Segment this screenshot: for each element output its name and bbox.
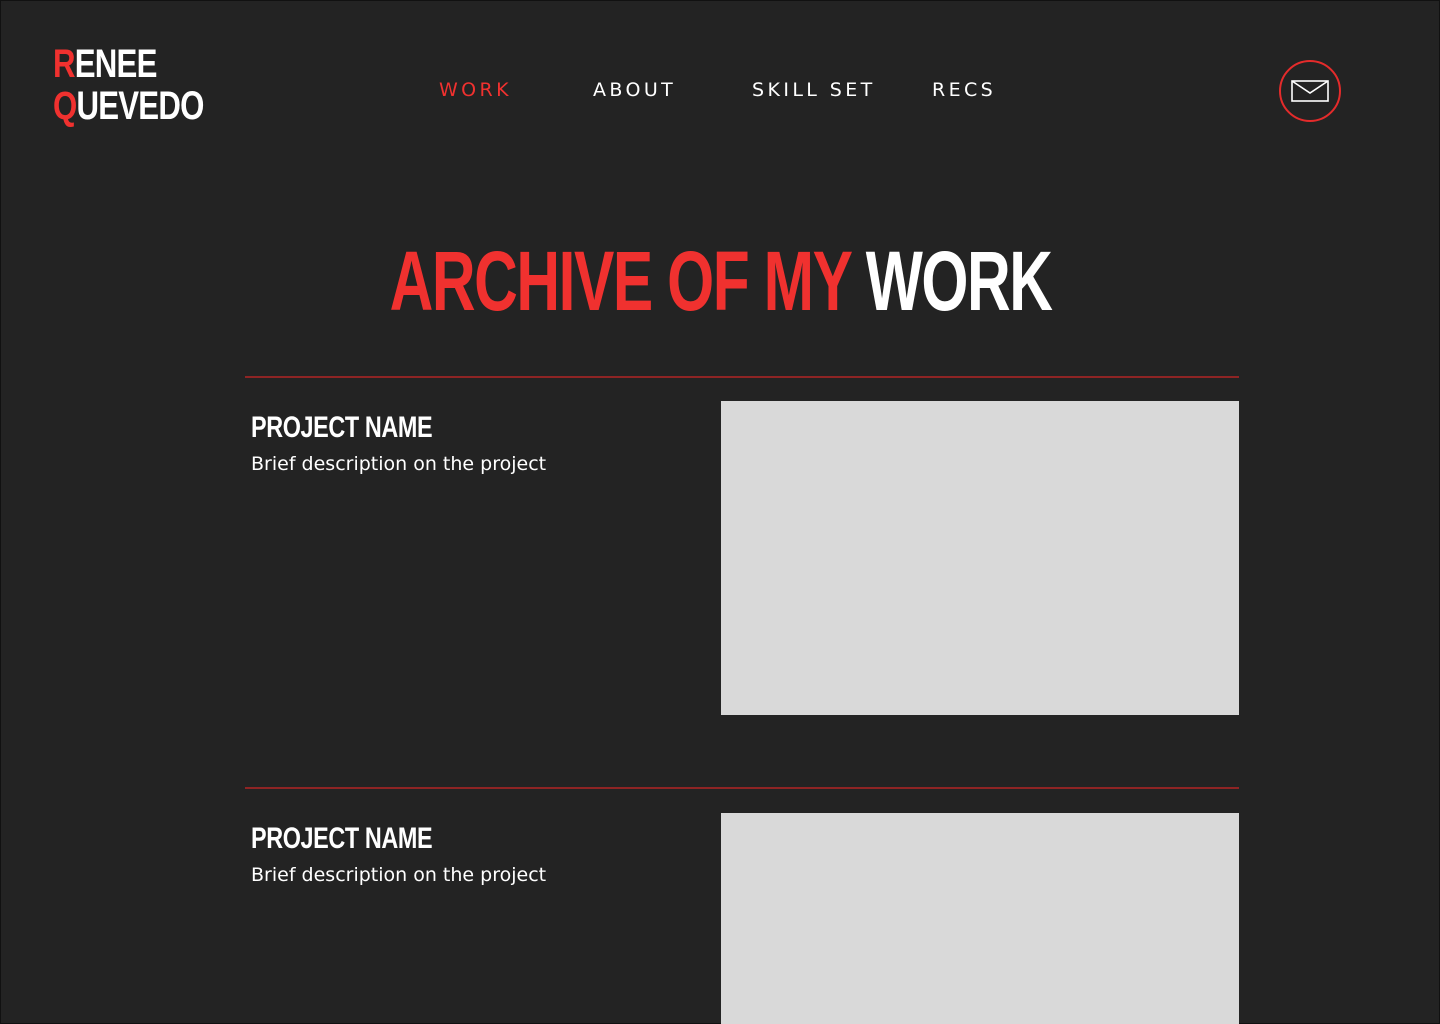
nav-item-about[interactable]: ABOUT [593, 79, 676, 101]
main-nav: WORK ABOUT SKILL SET RECS [1, 79, 1439, 105]
project-name[interactable]: PROJECT NAME [251, 822, 433, 856]
project-image[interactable] [721, 401, 1239, 715]
project-description: Brief description on the project [251, 453, 547, 475]
nav-item-work[interactable]: WORK [439, 79, 512, 101]
page-title-white: WORK [866, 234, 1053, 328]
page-title: ARCHIVE OF MY WORK [1, 233, 1440, 329]
mail-icon [1291, 80, 1329, 102]
project-name[interactable]: PROJECT NAME [251, 411, 433, 445]
contact-mail-button[interactable] [1279, 60, 1341, 122]
project-image[interactable] [721, 813, 1239, 1024]
project-divider [245, 787, 1239, 789]
page-title-red: ARCHIVE OF MY [390, 234, 852, 328]
nav-item-recs[interactable]: RECS [932, 79, 996, 101]
nav-item-skill-set[interactable]: SKILL SET [752, 79, 876, 101]
project-description: Brief description on the project [251, 864, 547, 886]
project-divider [245, 376, 1239, 378]
